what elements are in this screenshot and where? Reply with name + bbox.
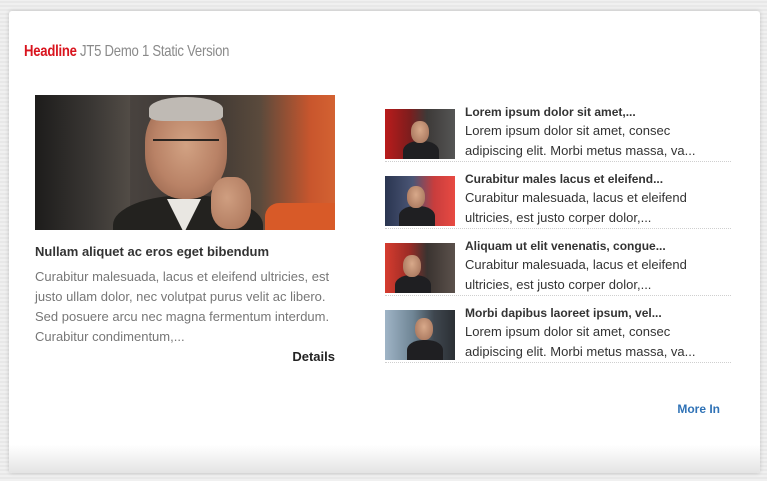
item-excerpt: Lorem ipsum dolor sit amet, consec adipi… xyxy=(465,123,696,158)
thumb-figure-body xyxy=(395,275,431,293)
thumb-figure-head xyxy=(415,318,433,340)
featured-image[interactable] xyxy=(35,95,335,230)
item-body: Morbi dapibus laoreet ipsum, vel... Lore… xyxy=(465,306,731,362)
news-module-panel: Headline JT5 Demo 1 Static Version Nullam… xyxy=(9,11,760,473)
thumbnail-image[interactable] xyxy=(385,176,455,226)
more-in-link[interactable]: More In xyxy=(677,402,720,416)
item-excerpt: Curabitur malesuada, lacus et eleifend u… xyxy=(465,257,687,292)
thumbnail-image[interactable] xyxy=(385,109,455,159)
list-item: Curabitur males lacus et eleifend... Cur… xyxy=(385,162,731,229)
module-title: JT5 Demo 1 Static Version xyxy=(80,43,230,60)
list-item: Aliquam ut elit venenatis, congue... Cur… xyxy=(385,229,731,296)
thumb-figure-body xyxy=(407,340,443,360)
list-item: Morbi dapibus laoreet ipsum, vel... Lore… xyxy=(385,296,731,363)
thumb-figure-head xyxy=(411,121,429,143)
thumb-figure-head xyxy=(407,186,425,208)
list-item: Lorem ipsum dolor sit amet,... Lorem ips… xyxy=(385,95,731,162)
thumbnail-image[interactable] xyxy=(385,310,455,360)
item-excerpt: Curabitur malesuada, lacus et eleifend u… xyxy=(465,190,687,225)
item-title[interactable]: Lorem ipsum dolor sit amet,... xyxy=(465,105,731,119)
featured-article: Nullam aliquet ac eros eget bibendum Cur… xyxy=(35,95,335,364)
thumbnail-image[interactable] xyxy=(385,243,455,293)
article-list: Lorem ipsum dolor sit amet,... Lorem ips… xyxy=(385,95,731,363)
item-body: Curabitur males lacus et eleifend... Cur… xyxy=(465,172,731,228)
image-chair xyxy=(265,203,335,230)
featured-excerpt: Curabitur malesuada, lacus et eleifend u… xyxy=(35,269,330,344)
item-excerpt: Lorem ipsum dolor sit amet, consec adipi… xyxy=(465,324,696,359)
image-figure-hand xyxy=(211,177,251,229)
featured-title[interactable]: Nullam aliquet ac eros eget bibendum xyxy=(35,244,335,259)
headline-label: Headline xyxy=(24,43,77,60)
image-figure-hair xyxy=(149,97,223,121)
thumb-figure-body xyxy=(399,206,435,226)
module-header: Headline JT5 Demo 1 Static Version xyxy=(24,43,229,61)
thumb-figure-head xyxy=(403,255,421,277)
item-title[interactable]: Curabitur males lacus et eleifend... xyxy=(465,172,731,186)
item-body: Aliquam ut elit venenatis, congue... Cur… xyxy=(465,239,731,295)
item-body: Lorem ipsum dolor sit amet,... Lorem ips… xyxy=(465,105,731,161)
image-figure-glasses xyxy=(153,139,219,153)
item-title[interactable]: Morbi dapibus laoreet ipsum, vel... xyxy=(465,306,731,320)
thumb-figure-body xyxy=(403,141,439,159)
image-background xyxy=(35,95,130,230)
item-title[interactable]: Aliquam ut elit venenatis, congue... xyxy=(465,239,731,253)
details-link[interactable]: Details xyxy=(35,349,335,364)
panel-bottom-shade xyxy=(9,445,760,473)
